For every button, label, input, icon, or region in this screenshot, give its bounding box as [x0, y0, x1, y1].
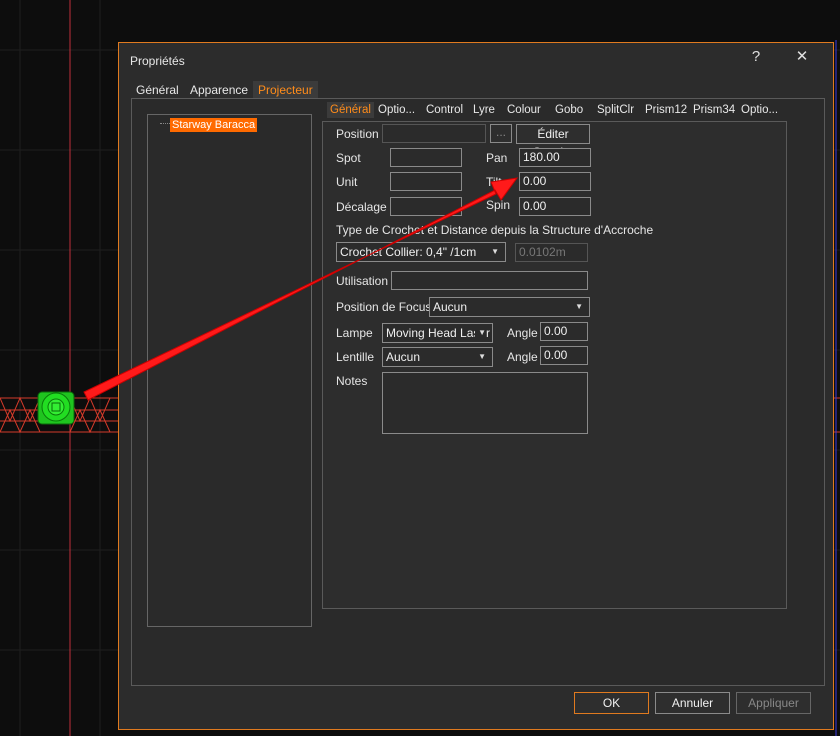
apply-button[interactable]: Appliquer: [736, 692, 811, 714]
pan-label: Pan: [486, 151, 508, 165]
chevron-down-icon: ▼: [475, 324, 486, 342]
tree-connector: [160, 123, 170, 124]
inner-tab-splitclr[interactable]: SplitClr: [594, 102, 637, 118]
tab-appearance[interactable]: Apparence: [185, 81, 254, 99]
focus-select[interactable]: Aucun ▼: [429, 297, 590, 317]
lamp-select[interactable]: Moving Head Laser ▼: [382, 323, 493, 343]
position-field[interactable]: [382, 124, 486, 143]
inner-tab-gobo[interactable]: Gobo: [552, 102, 586, 118]
focus-label: Position de Focus: [336, 300, 432, 314]
chevron-down-icon: ▼: [478, 352, 486, 361]
help-button[interactable]: ?: [741, 45, 771, 69]
tilt-field[interactable]: 0.00: [519, 172, 591, 191]
spot-field[interactable]: [390, 148, 462, 167]
cancel-button[interactable]: Annuler: [655, 692, 730, 714]
hook-type-value: Crochet Collier: 0,4" /1cm: [340, 245, 477, 259]
tree-item-fixture[interactable]: Starway Baracca: [170, 118, 258, 132]
fixture-symbol: [37, 391, 75, 425]
lamp-angle-label: Angle: [507, 326, 538, 340]
tab-projector[interactable]: Projecteur: [253, 81, 318, 99]
title-bar[interactable]: Propriétés ? ✕: [119, 43, 833, 77]
notes-textarea[interactable]: [382, 372, 588, 434]
usage-field[interactable]: [391, 271, 588, 290]
inner-tab-prism12[interactable]: Prism12: [642, 102, 690, 118]
tab-general[interactable]: Général: [131, 81, 184, 99]
lens-value: Aucun: [386, 350, 421, 364]
spin-label: Spin: [486, 198, 511, 212]
close-button[interactable]: ✕: [787, 45, 817, 69]
inner-tab-options-1[interactable]: Optio...: [375, 102, 418, 118]
edit-layer-button[interactable]: Éditer Couche: [516, 124, 590, 159]
lens-angle-field[interactable]: 0.00: [540, 346, 588, 365]
lens-label: Lentille: [336, 350, 375, 364]
notes-label: Notes: [336, 374, 368, 388]
unit-field[interactable]: [390, 172, 462, 191]
properties-dialog: Propriétés ? ✕ Général Apparence Project…: [118, 42, 834, 730]
lens-angle-label: Angle: [507, 350, 538, 364]
hook-distance-field[interactable]: 0.0102m: [515, 243, 588, 262]
lamp-label: Lampe: [336, 326, 373, 340]
dialog-title: Propriétés: [130, 54, 185, 68]
inner-tab-options-2[interactable]: Optio...: [738, 102, 781, 118]
usage-label: Utilisation: [336, 274, 389, 288]
inner-tab-lyre[interactable]: Lyre: [470, 102, 498, 118]
hook-type-select[interactable]: Crochet Collier: 0,4" /1cm ▼: [336, 242, 506, 262]
unit-label: Unit: [336, 175, 358, 189]
offset-field[interactable]: [390, 197, 462, 216]
chevron-down-icon: ▼: [491, 247, 499, 256]
inner-tab-general[interactable]: Général: [327, 102, 374, 118]
lamp-angle-field[interactable]: 0.00: [540, 322, 588, 341]
lens-select[interactable]: Aucun ▼: [382, 347, 493, 367]
tilt-label: Tilt: [486, 175, 502, 189]
ok-button[interactable]: OK: [574, 692, 649, 714]
offset-label: Décalage: [336, 200, 387, 214]
pan-field[interactable]: 180.00: [519, 148, 591, 167]
inner-tab-prism34[interactable]: Prism34: [690, 102, 738, 118]
inner-tab-control[interactable]: Control: [423, 102, 466, 118]
inner-tab-colour[interactable]: Colour: [504, 102, 544, 118]
general-tab-panel: Position ... Éditer Couche Spot Pan 180.…: [322, 121, 787, 609]
spin-field[interactable]: 0.00: [519, 197, 591, 216]
projector-panel: Starway Baracca Général Optio... Control…: [131, 98, 825, 686]
chevron-down-icon: ▼: [575, 302, 583, 311]
fixture-tree[interactable]: Starway Baracca: [147, 114, 312, 627]
browse-button[interactable]: ...: [490, 124, 512, 143]
position-label: Position: [336, 127, 379, 141]
focus-value: Aucun: [433, 300, 468, 314]
spot-label: Spot: [336, 151, 361, 165]
hook-type-label: Type de Crochet et Distance depuis la St…: [336, 223, 654, 237]
